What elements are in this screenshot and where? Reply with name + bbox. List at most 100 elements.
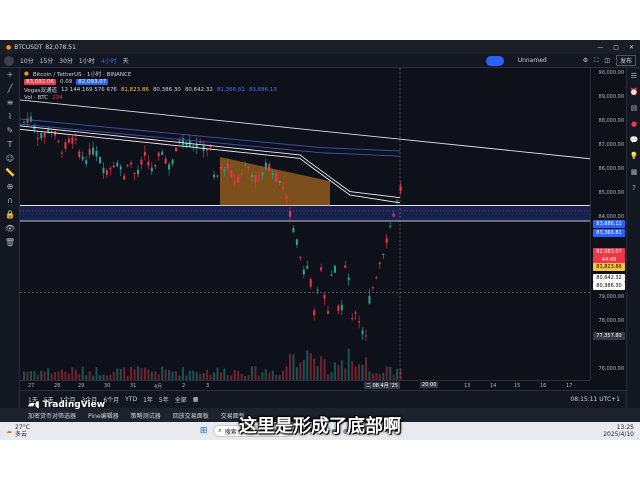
candle-body: [99, 157, 101, 164]
volume-bar: [71, 367, 74, 380]
time-tick: 15: [514, 383, 521, 389]
ideas-icon[interactable]: 💡: [627, 148, 640, 164]
candle-body: [40, 132, 43, 139]
chart-canvas[interactable]: [19, 68, 591, 380]
publish-button[interactable]: 发布: [615, 55, 636, 66]
timeframe-1d[interactable]: 天: [123, 56, 129, 65]
volume-bar: [320, 356, 323, 380]
candle-body: [119, 166, 122, 170]
price-tick: 78,000.00: [598, 318, 624, 324]
timeframe-30m[interactable]: 30分: [59, 56, 73, 65]
candle-body: [85, 160, 88, 164]
candle-body: [192, 145, 195, 147]
buy-price[interactable]: 82,093.07: [76, 79, 109, 85]
cursor-time: 20:00: [420, 382, 439, 388]
range-5y[interactable]: 5年: [159, 395, 169, 404]
range-all[interactable]: 全部: [175, 395, 187, 404]
watchlist-icon[interactable]: ☰: [627, 68, 640, 84]
volume-bar: [251, 366, 253, 380]
volume-bar: [365, 357, 367, 380]
timeframe-4h[interactable]: 4小时: [101, 56, 117, 65]
snapshot-icon[interactable]: ◫: [604, 57, 610, 64]
pattern-icon[interactable]: ⌇: [0, 110, 20, 124]
tv-logo-icon: ▰◖: [28, 400, 40, 410]
time-axis[interactable]: 27 28 29 30 31 4月 2 3 二 08 4月 '25 20:00 …: [20, 380, 590, 390]
candle-body: [175, 147, 177, 152]
chat-icon[interactable]: 💬: [627, 132, 640, 148]
tab-btcusdt[interactable]: ● BTCUSDT 82,078.51: [0, 40, 82, 54]
layout-name[interactable]: Unnamed: [518, 57, 547, 64]
candle-body: [50, 130, 53, 132]
magnet-icon[interactable]: ∩: [0, 194, 20, 208]
alert-icon[interactable]: ⏰: [627, 84, 640, 100]
settings-icon[interactable]: ⚙: [583, 57, 588, 64]
volume-bar: [289, 354, 291, 380]
range-1y[interactable]: 1年: [143, 395, 153, 404]
time-tick: 16: [540, 383, 547, 389]
candle-body: [244, 164, 247, 166]
avatar[interactable]: [4, 55, 14, 66]
video-subtitle: 这里是形成了底部啊: [239, 416, 401, 437]
candle-body: [164, 158, 167, 164]
fullscreen-icon[interactable]: ⛶: [594, 57, 598, 65]
tradingview-window: ● BTCUSDT 82,078.51 — ▢ ✕ 10分 15分 30分 1小…: [0, 40, 640, 440]
candle-body: [105, 170, 108, 175]
maximize-icon[interactable]: ▢: [613, 44, 619, 51]
trendline-icon[interactable]: ╱: [0, 82, 20, 96]
window-close-icon[interactable]: ✕: [629, 44, 634, 51]
fib-icon[interactable]: ≡: [0, 96, 20, 110]
zoom-icon[interactable]: ⊕: [0, 180, 20, 194]
candle-body: [268, 163, 271, 172]
crosshair-icon[interactable]: +: [0, 68, 20, 82]
candle-body: [323, 294, 326, 299]
sell-price[interactable]: 83,092.06: [24, 79, 56, 85]
symbol-icon-small: ●: [24, 71, 29, 77]
text-tool-icon[interactable]: T: [0, 138, 20, 152]
volume-bar: [337, 365, 340, 380]
calendar-icon[interactable]: ▦: [627, 164, 640, 180]
candle-body: [102, 167, 105, 174]
lock-icon[interactable]: 🔒: [0, 208, 20, 222]
support-band: [20, 205, 590, 221]
notification-icon[interactable]: ●: [627, 116, 640, 132]
candle-body: [213, 174, 215, 178]
volume-bar: [385, 366, 388, 380]
toggle-switch[interactable]: [485, 55, 504, 66]
time-tick: 29: [78, 383, 85, 389]
trash-icon[interactable]: 🗑: [0, 236, 20, 250]
utc-clock[interactable]: 08:15:11 UTC+1: [570, 396, 620, 403]
data-window-icon[interactable]: ▤: [627, 100, 640, 116]
ruler-icon[interactable]: 📏: [0, 166, 20, 180]
timeframe-15m[interactable]: 15分: [40, 56, 54, 65]
price-axis[interactable]: 90,000.00 89,000.00 88,000.00 87,000.00 …: [590, 68, 626, 380]
candle-body: [81, 156, 84, 160]
candle-body: [257, 175, 260, 177]
volume-bar: [40, 370, 43, 380]
vol-label[interactable]: Vol · BTC: [24, 95, 48, 101]
emoji-icon[interactable]: ☺: [0, 152, 20, 166]
volume-bar: [175, 371, 177, 380]
timeframe-10m[interactable]: 10分: [20, 56, 34, 65]
price-tick: 89,000.00: [598, 94, 624, 100]
timeframe-1h[interactable]: 1小时: [79, 56, 95, 65]
left-drawing-tools: + ╱ ≡ ⌇ ✎ T ☺ 📏 ⊕ ∩ 🔒 👁 🗑: [0, 68, 20, 408]
volume-bar: [264, 369, 267, 380]
brush-icon[interactable]: ✎: [0, 124, 20, 138]
candle-body: [209, 146, 212, 148]
ma-169-line: [19, 128, 401, 204]
time-tick: 13: [464, 383, 471, 389]
candle-body: [385, 238, 388, 243]
goto-date-icon[interactable]: ▦: [193, 396, 199, 403]
volume-bar: [147, 369, 150, 380]
minimize-icon[interactable]: —: [597, 44, 603, 51]
help-icon[interactable]: ?: [627, 180, 640, 196]
ma-label[interactable]: Vegas双通道: [24, 86, 57, 94]
eye-icon[interactable]: 👁: [0, 222, 20, 236]
range-ytd[interactable]: YTD: [125, 396, 137, 403]
price-chart[interactable]: ● Bitcoin / TetherUS · 1小时 · BINANCE 83,…: [19, 68, 591, 380]
volume-bar: [316, 366, 319, 380]
candle-body: [130, 162, 133, 165]
candle-body: [340, 304, 343, 311]
range-6m[interactable]: 6个月: [103, 395, 119, 404]
candle-body: [112, 165, 115, 168]
